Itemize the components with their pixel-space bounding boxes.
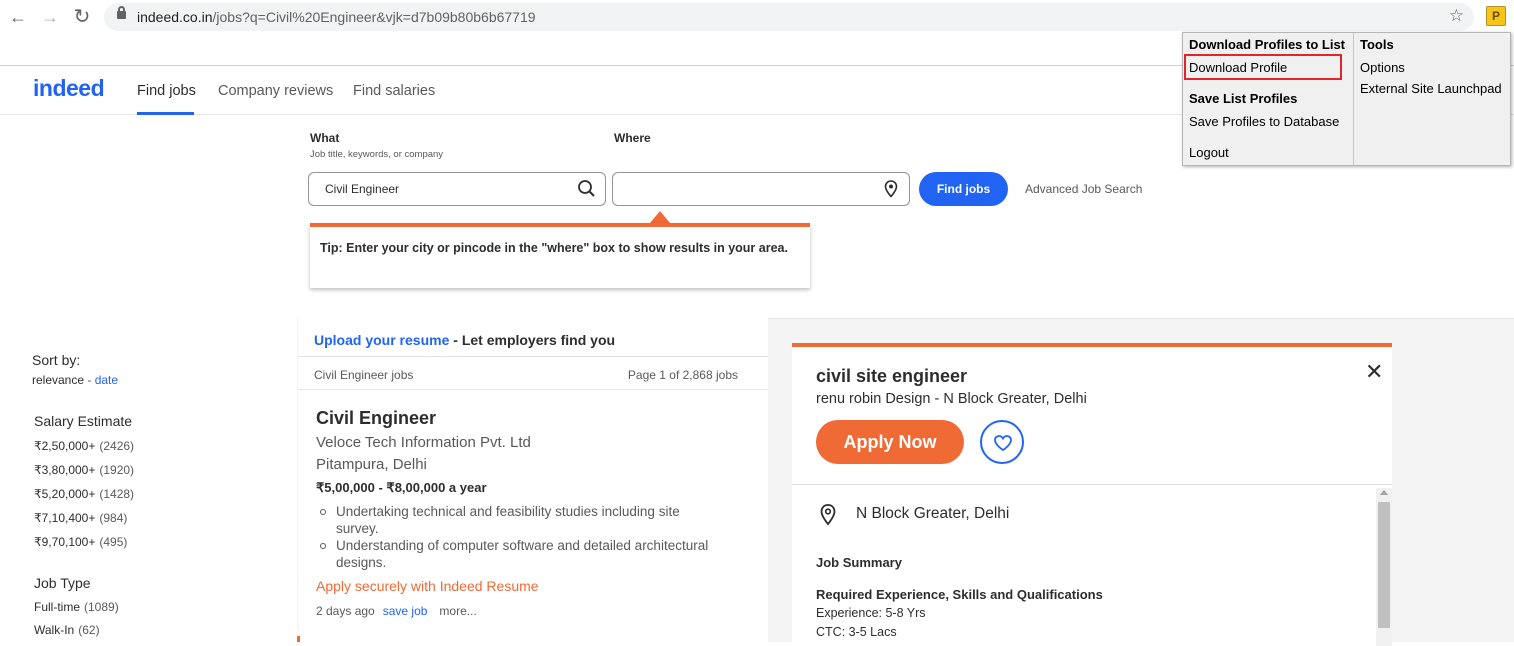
job-detail-panel: civil site engineer renu robin Design - …: [792, 343, 1392, 646]
url-text[interactable]: indeed.co.in/jobs?q=Civil%20Engineer&vjk…: [137, 9, 536, 25]
url-domain: indeed.co.in: [137, 9, 213, 25]
advanced-job-search-link[interactable]: Advanced Job Search: [1025, 182, 1142, 196]
snippet-item: Undertaking technical and feasibility st…: [316, 503, 716, 537]
tip-text: Tip: Enter your city or pincode in the "…: [320, 241, 788, 255]
detail-company-location: renu robin Design - N Block Greater, Del…: [816, 391, 1087, 407]
address-bar[interactable]: indeed.co.in/jobs?q=Civil%20Engineer&vjk…: [104, 3, 1474, 31]
query-label: Civil Engineer jobs: [314, 368, 414, 382]
what-input[interactable]: Civil Engineer: [308, 172, 606, 206]
job-type-filter-item[interactable]: Full-time (1089): [34, 600, 119, 614]
job-company: Veloce Tech Information Pvt. Ltd: [316, 434, 531, 451]
salary-filter-item[interactable]: ₹9,70,100+ (495): [34, 535, 127, 549]
detail-job-title: civil site engineer: [816, 366, 968, 386]
external-site-launchpad-menu-item[interactable]: External Site Launchpad: [1360, 81, 1502, 96]
scroll-thumb[interactable]: [1378, 502, 1390, 628]
job-location: Pitampura, Delhi: [316, 456, 427, 473]
filters-sidebar: Sort by: relevance - date Salary Estimat…: [0, 318, 297, 642]
download-profiles-heading: Download Profiles to List: [1189, 37, 1346, 52]
upload-resume-banner: Upload your resume - Let employers find …: [314, 332, 616, 348]
detail-scrollbar[interactable]: [1376, 488, 1392, 646]
forward-arrow-icon[interactable]: →: [38, 6, 62, 28]
salary-filter-item[interactable]: ₹3,80,000+ (1920): [34, 463, 134, 477]
job-snippet: Undertaking technical and feasibility st…: [316, 503, 716, 571]
browser-toolbar: ← → ↻ indeed.co.in/jobs?q=Civil%20Engine…: [0, 0, 1514, 36]
page-info: Page 1 of 2,868 jobs: [627, 368, 738, 382]
back-arrow-icon[interactable]: ←: [6, 6, 30, 28]
detail-location: N Block Greater, Delhi: [856, 505, 1010, 522]
location-pin-icon: [820, 504, 836, 526]
where-input[interactable]: [612, 172, 910, 206]
lock-icon: [117, 6, 126, 19]
salary-filter-item[interactable]: ₹7,10,400+ (984): [34, 511, 127, 525]
nav-find-salaries[interactable]: Find salaries: [353, 83, 435, 99]
download-profile-menu-item[interactable]: Download Profile: [1189, 60, 1287, 75]
job-type-heading: Job Type: [34, 575, 91, 591]
next-card-accent: [297, 636, 300, 642]
search-icon: [578, 180, 595, 197]
job-summary-heading: Job Summary: [816, 555, 902, 570]
results-meta: Civil Engineer jobs Page 1 of 2,868 jobs: [298, 356, 768, 390]
extension-popup-menu: Download Profiles to List Download Profi…: [1182, 32, 1511, 166]
what-input-value: Civil Engineer: [325, 182, 400, 196]
close-icon[interactable]: ✕: [1365, 359, 1383, 385]
job-footer: 2 days ago save job more...: [316, 604, 477, 618]
tools-heading: Tools: [1360, 37, 1394, 52]
reload-icon[interactable]: ↻: [70, 6, 94, 28]
location-pin-icon: [884, 180, 898, 198]
what-sublabel: Job title, keywords, or company: [310, 149, 444, 160]
job-list: Upload your resume - Let employers find …: [298, 318, 768, 642]
sort-date-link[interactable]: date: [95, 373, 118, 387]
upload-resume-link[interactable]: Upload your resume: [314, 332, 449, 348]
salary-filter-item[interactable]: ₹2,50,000+ (2426): [34, 439, 134, 453]
location-tip: Tip: Enter your city or pincode in the "…: [310, 223, 810, 288]
sort-relevance[interactable]: relevance: [32, 373, 84, 387]
snippet-item: Understanding of computer software and d…: [316, 537, 716, 571]
salary-filter-item[interactable]: ₹5,20,000+ (1428): [34, 487, 134, 501]
logout-menu-item[interactable]: Logout: [1189, 145, 1229, 160]
sort-options: relevance - date: [32, 373, 119, 387]
job-title[interactable]: Civil Engineer: [316, 408, 436, 429]
sort-by-label: Sort by:: [32, 352, 81, 368]
more-link[interactable]: more...: [439, 604, 476, 618]
save-job-heart-button[interactable]: [980, 420, 1024, 464]
nav-company-reviews[interactable]: Company reviews: [218, 83, 333, 99]
where-label: Where: [614, 131, 651, 145]
detail-divider: [792, 484, 1392, 485]
bookmark-star-icon[interactable]: ☆: [1449, 6, 1464, 26]
popup-column-divider: [1353, 33, 1354, 165]
save-list-profiles-heading: Save List Profiles: [1189, 91, 1298, 106]
heart-icon: [994, 435, 1012, 452]
scroll-up-arrow-icon[interactable]: [1380, 490, 1388, 495]
salary-estimate-heading: Salary Estimate: [34, 413, 133, 429]
job-salary: ₹5,00,000 - ₹8,00,000 a year: [316, 480, 487, 495]
extension-icon[interactable]: P: [1486, 6, 1506, 26]
url-path: /jobs?q=Civil%20Engineer&vjk=d7b09b80b6b…: [212, 9, 536, 25]
experience-line: Experience: 5-8 Yrs: [816, 606, 926, 620]
posted-date: 2 days ago: [316, 604, 375, 618]
save-profiles-to-database-menu-item[interactable]: Save Profiles to Database: [1189, 114, 1339, 129]
apply-with-indeed-resume: Apply securely with Indeed Resume: [316, 578, 539, 594]
requirements-heading: Required Experience, Skills and Qualific…: [816, 587, 1103, 602]
nav-find-jobs[interactable]: Find jobs: [137, 83, 196, 99]
options-menu-item[interactable]: Options: [1360, 60, 1405, 75]
find-jobs-button[interactable]: Find jobs: [919, 172, 1008, 206]
job-type-filter-item[interactable]: Walk-In (62): [34, 623, 100, 637]
ctc-line: CTC: 3-5 Lacs: [816, 625, 897, 639]
save-job-link[interactable]: save job: [383, 604, 428, 618]
what-label: What: [310, 131, 340, 145]
tip-arrow: [650, 211, 670, 223]
indeed-logo[interactable]: indeed: [33, 75, 105, 102]
apply-now-button[interactable]: Apply Now: [816, 420, 964, 464]
